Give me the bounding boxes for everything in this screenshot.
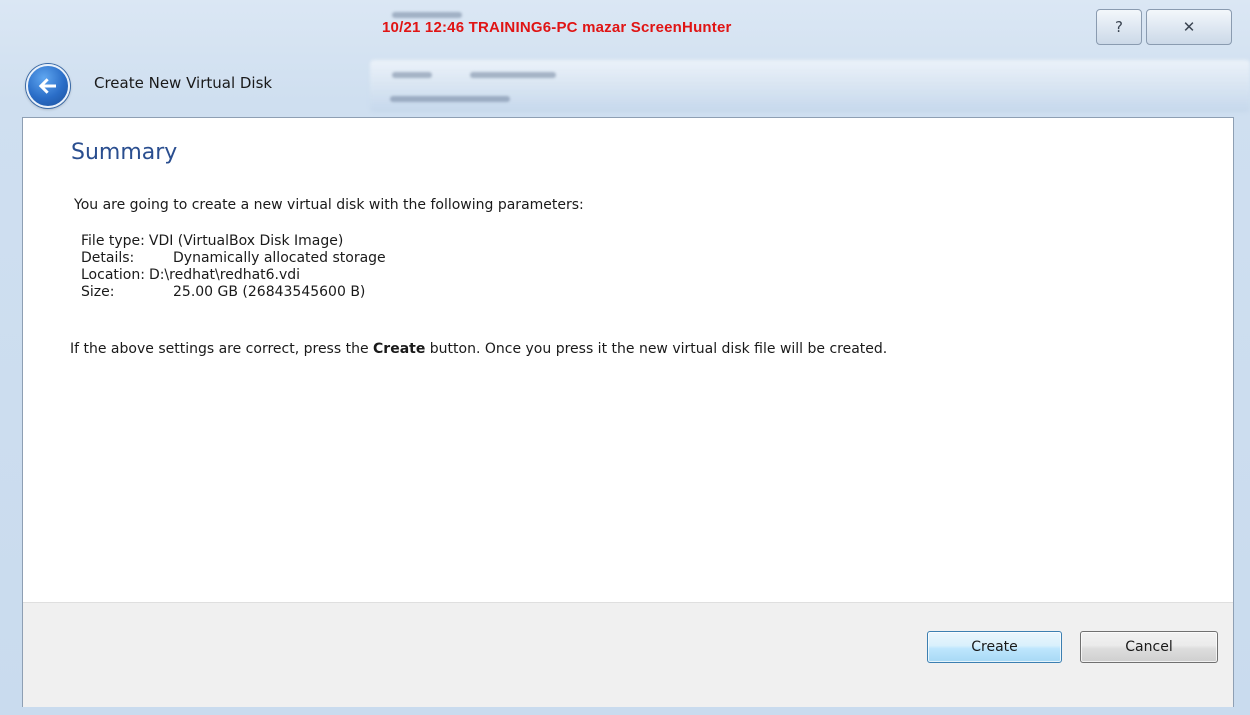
dialog-window: 10/21 12:46 TRAINING6-PC mazar ScreenHun…	[0, 0, 1250, 715]
param-value: VDI (VirtualBox Disk Image)	[148, 233, 344, 249]
close-button[interactable]: ✕	[1146, 9, 1232, 45]
help-icon: ?	[1115, 18, 1123, 36]
param-value: D:\redhat\redhat6.vdi	[148, 267, 301, 283]
confirm-text-before: If the above settings are correct, press…	[70, 341, 374, 357]
screenhunter-overlay-text: 10/21 12:46 TRAINING6-PC mazar ScreenHun…	[382, 19, 732, 36]
cancel-button[interactable]: Cancel	[1080, 631, 1218, 663]
param-label: Location:	[81, 267, 145, 283]
param-row-location: Location: D:\redhat\redhat6.vdi	[81, 267, 386, 284]
wizard-title: Create New Virtual Disk	[94, 74, 273, 92]
background-ghost-text	[392, 72, 432, 78]
param-label: File type:	[81, 233, 145, 249]
button-bar: Create Cancel	[23, 602, 1233, 707]
back-button[interactable]	[26, 64, 70, 108]
help-button[interactable]: ?	[1096, 9, 1142, 45]
param-label: Size:	[81, 284, 115, 300]
param-row-file-type: File type: VDI (VirtualBox Disk Image)	[81, 233, 386, 250]
confirm-text-after: button. Once you press it the new virtua…	[425, 341, 888, 357]
wizard-content: Summary You are going to create a new vi…	[22, 117, 1234, 707]
back-arrow-icon	[38, 78, 56, 94]
background-ghost-text	[392, 12, 462, 18]
parameter-list: File type: VDI (VirtualBox Disk Image) D…	[81, 233, 386, 301]
confirm-text: If the above settings are correct, press…	[70, 341, 887, 357]
param-row-details: Details: Dynamically allocated storage	[81, 250, 386, 267]
intro-text: You are going to create a new virtual di…	[74, 197, 584, 213]
create-button[interactable]: Create	[927, 631, 1062, 663]
param-label: Details:	[81, 250, 135, 266]
background-ghost-text	[470, 72, 556, 78]
close-icon: ✕	[1182, 18, 1196, 36]
param-value: 25.00 GB (26843545600 B)	[173, 284, 366, 300]
background-window-ghost	[370, 60, 1250, 112]
param-value: Dynamically allocated storage	[173, 250, 386, 266]
background-ghost-text	[390, 96, 510, 102]
confirm-text-bold: Create	[373, 341, 426, 357]
page-title: Summary	[71, 140, 178, 165]
param-row-size: Size: 25.00 GB (26843545600 B)	[81, 284, 386, 301]
